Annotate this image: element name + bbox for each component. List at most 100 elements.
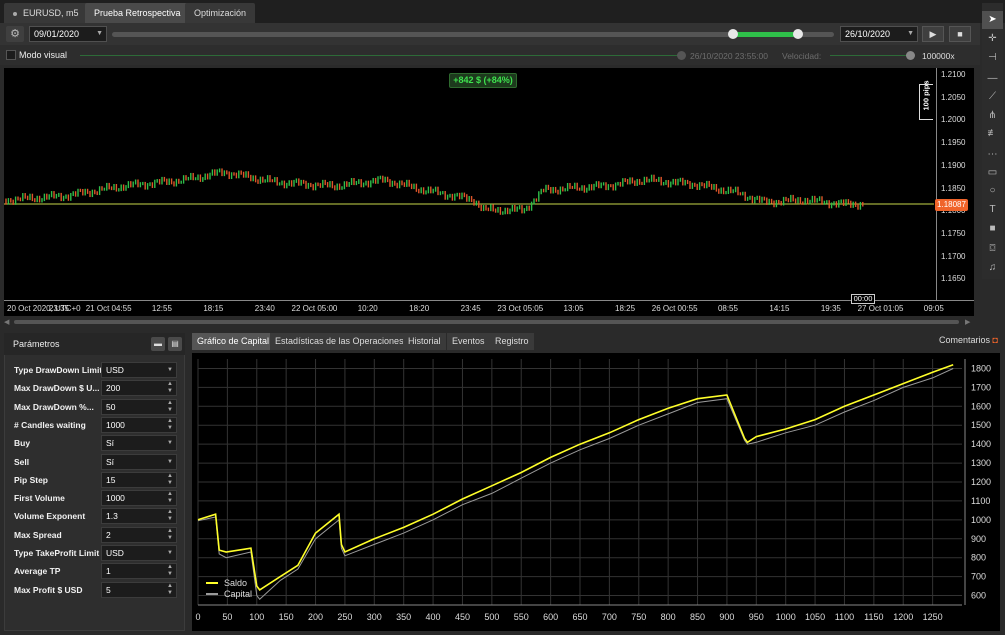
y-tick-label: 600 <box>971 591 986 601</box>
spinner-arrows-icon[interactable]: ▲ ▼ <box>167 473 173 487</box>
spinner-arrows-icon[interactable]: ▲ ▼ <box>167 583 173 597</box>
alert-bell-icon[interactable]: ♫ <box>982 259 1003 277</box>
stop-button[interactable]: ■ <box>949 26 971 42</box>
ellipse-icon[interactable]: ○ <box>982 182 1003 200</box>
price-y-tick: 1.1750 <box>941 228 966 238</box>
parameter-value: Sí <box>106 438 115 449</box>
end-date-field[interactable]: 26/10/2020 ▼ <box>840 26 918 42</box>
parameter-stepper[interactable]: 1000 ▲ ▼ <box>101 416 177 433</box>
price-x-tick: 18:25 <box>615 304 636 313</box>
spinner-arrows-icon[interactable]: ▲ ▼ <box>167 509 173 523</box>
tab-trade-statistics[interactable]: Estadísticas de las Operaciones <box>270 333 409 350</box>
chevron-down-icon[interactable]: ▼ <box>167 546 173 560</box>
parameter-name: Sell <box>14 456 30 467</box>
series-line-capital <box>197 368 954 601</box>
tab-backtest[interactable]: Prueba Retrospectiva <box>85 3 190 23</box>
chevron-down-icon: ▼ <box>96 30 103 37</box>
chevron-down-icon[interactable]: ▼ <box>167 436 173 450</box>
parameter-stepper[interactable]: 1.3 ▲ ▼ <box>101 508 177 525</box>
tab-log[interactable]: Registro <box>490 333 534 350</box>
channel-icon[interactable]: ⋯ <box>982 146 1003 164</box>
measure-icon[interactable]: ⊣ <box>982 49 1003 67</box>
x-tick-label: 800 <box>661 612 676 622</box>
parameter-stepper[interactable]: 1 ▲ ▼ <box>101 563 177 580</box>
visual-mode-checkbox[interactable] <box>6 50 16 60</box>
chevron-down-icon[interactable]: ▼ <box>167 363 173 377</box>
spinner-arrows-icon[interactable]: ▲ ▼ <box>167 528 173 542</box>
tab-optimization[interactable]: Optimización <box>185 3 256 23</box>
price-x-tick: 14:15 <box>769 304 790 313</box>
camera-icon[interactable]: ⌼ <box>982 240 1003 258</box>
legend-label: Saldo <box>224 578 247 588</box>
shape-icon[interactable]: ■ <box>982 220 1003 238</box>
comments-button[interactable]: Comentarios ◘ <box>939 335 998 345</box>
scroll-left-icon[interactable]: ◀ <box>4 318 9 326</box>
x-tick-label: 0 <box>195 612 200 622</box>
price-x-tick: 13:05 <box>563 304 584 313</box>
x-tick-label: 1150 <box>864 612 883 622</box>
price-x-tick: 23:45 <box>460 304 481 313</box>
settings-gear-icon[interactable]: ⚙ <box>6 26 24 42</box>
parameter-select[interactable]: USD ▼ <box>101 362 177 378</box>
start-date-field[interactable]: 09/01/2020 ▼ <box>29 26 107 42</box>
spinner-arrows-icon[interactable]: ▲ ▼ <box>167 381 173 395</box>
parameter-row: Average TP 1 ▲ ▼ <box>4 563 182 580</box>
spinner-arrows-icon[interactable]: ▲ ▼ <box>167 491 173 505</box>
x-tick-label: 650 <box>572 612 587 622</box>
parameter-stepper[interactable]: 50 ▲ ▼ <box>101 398 177 415</box>
rectangle-icon[interactable]: ▭ <box>982 164 1003 182</box>
price-chart[interactable] <box>4 68 974 316</box>
x-tick-label: 400 <box>426 612 441 622</box>
trend-line-icon[interactable]: ⟋ <box>982 88 1003 106</box>
equity-chart[interactable]: 0 50 100 150 200 250 300 350 400 450 500 550 600 650 7… <box>192 353 1000 631</box>
tab-history[interactable]: Historial <box>403 333 446 350</box>
save-icon[interactable]: ▬ <box>151 337 165 351</box>
parameter-stepper[interactable]: 1000 ▲ ▼ <box>101 490 177 507</box>
chevron-down-icon: ▼ <box>907 30 914 37</box>
tab-events[interactable]: Eventos <box>447 333 490 350</box>
text-icon[interactable]: T <box>982 201 1003 219</box>
speed-handle[interactable] <box>906 51 915 60</box>
spinner-arrows-icon[interactable]: ▲ ▼ <box>167 418 173 432</box>
scroll-right-icon[interactable]: ▶ <box>965 318 970 326</box>
spinner-arrows-icon[interactable]: ▲ ▼ <box>167 400 173 414</box>
parameter-stepper[interactable]: 5 ▲ ▼ <box>101 581 177 598</box>
scrollbar-thumb[interactable] <box>14 320 959 324</box>
spinner-arrows-icon[interactable]: ▲ ▼ <box>167 564 173 578</box>
tab-equity-chart[interactable]: Gráfico de Capital <box>192 333 275 350</box>
parameter-row: Pip Step 15 ▲ ▼ <box>4 471 182 489</box>
parameter-select[interactable]: USD ▼ <box>101 545 177 561</box>
parameter-value: 5 <box>106 584 111 595</box>
top-tab-bar: EURUSD, m5 Prueba Retrospectiva Optimiza… <box>0 0 1005 23</box>
tab-symbol[interactable]: EURUSD, m5 <box>4 3 88 23</box>
crosshair-icon[interactable]: ✛ <box>982 30 1003 48</box>
symbol-dot-icon <box>13 11 17 16</box>
parameter-stepper[interactable]: 15 ▲ ▼ <box>101 471 177 488</box>
horizontal-line-icon[interactable]: — <box>982 70 1003 88</box>
chevron-down-icon[interactable]: ▼ <box>167 455 173 469</box>
parameter-select[interactable]: Sí ▼ <box>101 435 177 452</box>
x-tick-label: 250 <box>337 612 352 622</box>
parameter-select[interactable]: Sí ▼ <box>101 453 177 470</box>
parameter-stepper[interactable]: 200 ▲ ▼ <box>101 380 177 397</box>
range-end-handle[interactable] <box>792 29 803 39</box>
parameter-name: Max Profit $ USD <box>14 584 83 595</box>
pitchfork-icon[interactable]: ⋔ <box>982 107 1003 125</box>
cursor-icon[interactable]: ➤ <box>982 11 1003 29</box>
y-tick-label: 1300 <box>971 458 991 468</box>
parameter-name: Volume Exponent <box>14 511 86 522</box>
price-x-tick: 19:35 <box>820 304 841 313</box>
range-start-handle[interactable] <box>727 29 738 39</box>
parameter-value: 1000 <box>106 419 125 430</box>
x-tick-label: 1250 <box>923 612 943 622</box>
load-icon[interactable]: ▤ <box>168 337 182 351</box>
parameter-stepper[interactable]: 2 ▲ ▼ <box>101 526 177 543</box>
x-tick-label: 350 <box>396 612 411 622</box>
fibonacci-icon[interactable]: ≢ <box>982 125 1003 143</box>
progress-handle[interactable] <box>677 51 686 60</box>
play-button[interactable]: ▶ <box>922 26 944 42</box>
parameters-header: Parámetros ▬ ▤ <box>4 333 185 355</box>
range-slider[interactable] <box>112 29 834 39</box>
y-tick-label: 1200 <box>971 477 991 487</box>
price-scrollbar[interactable] <box>10 318 970 326</box>
